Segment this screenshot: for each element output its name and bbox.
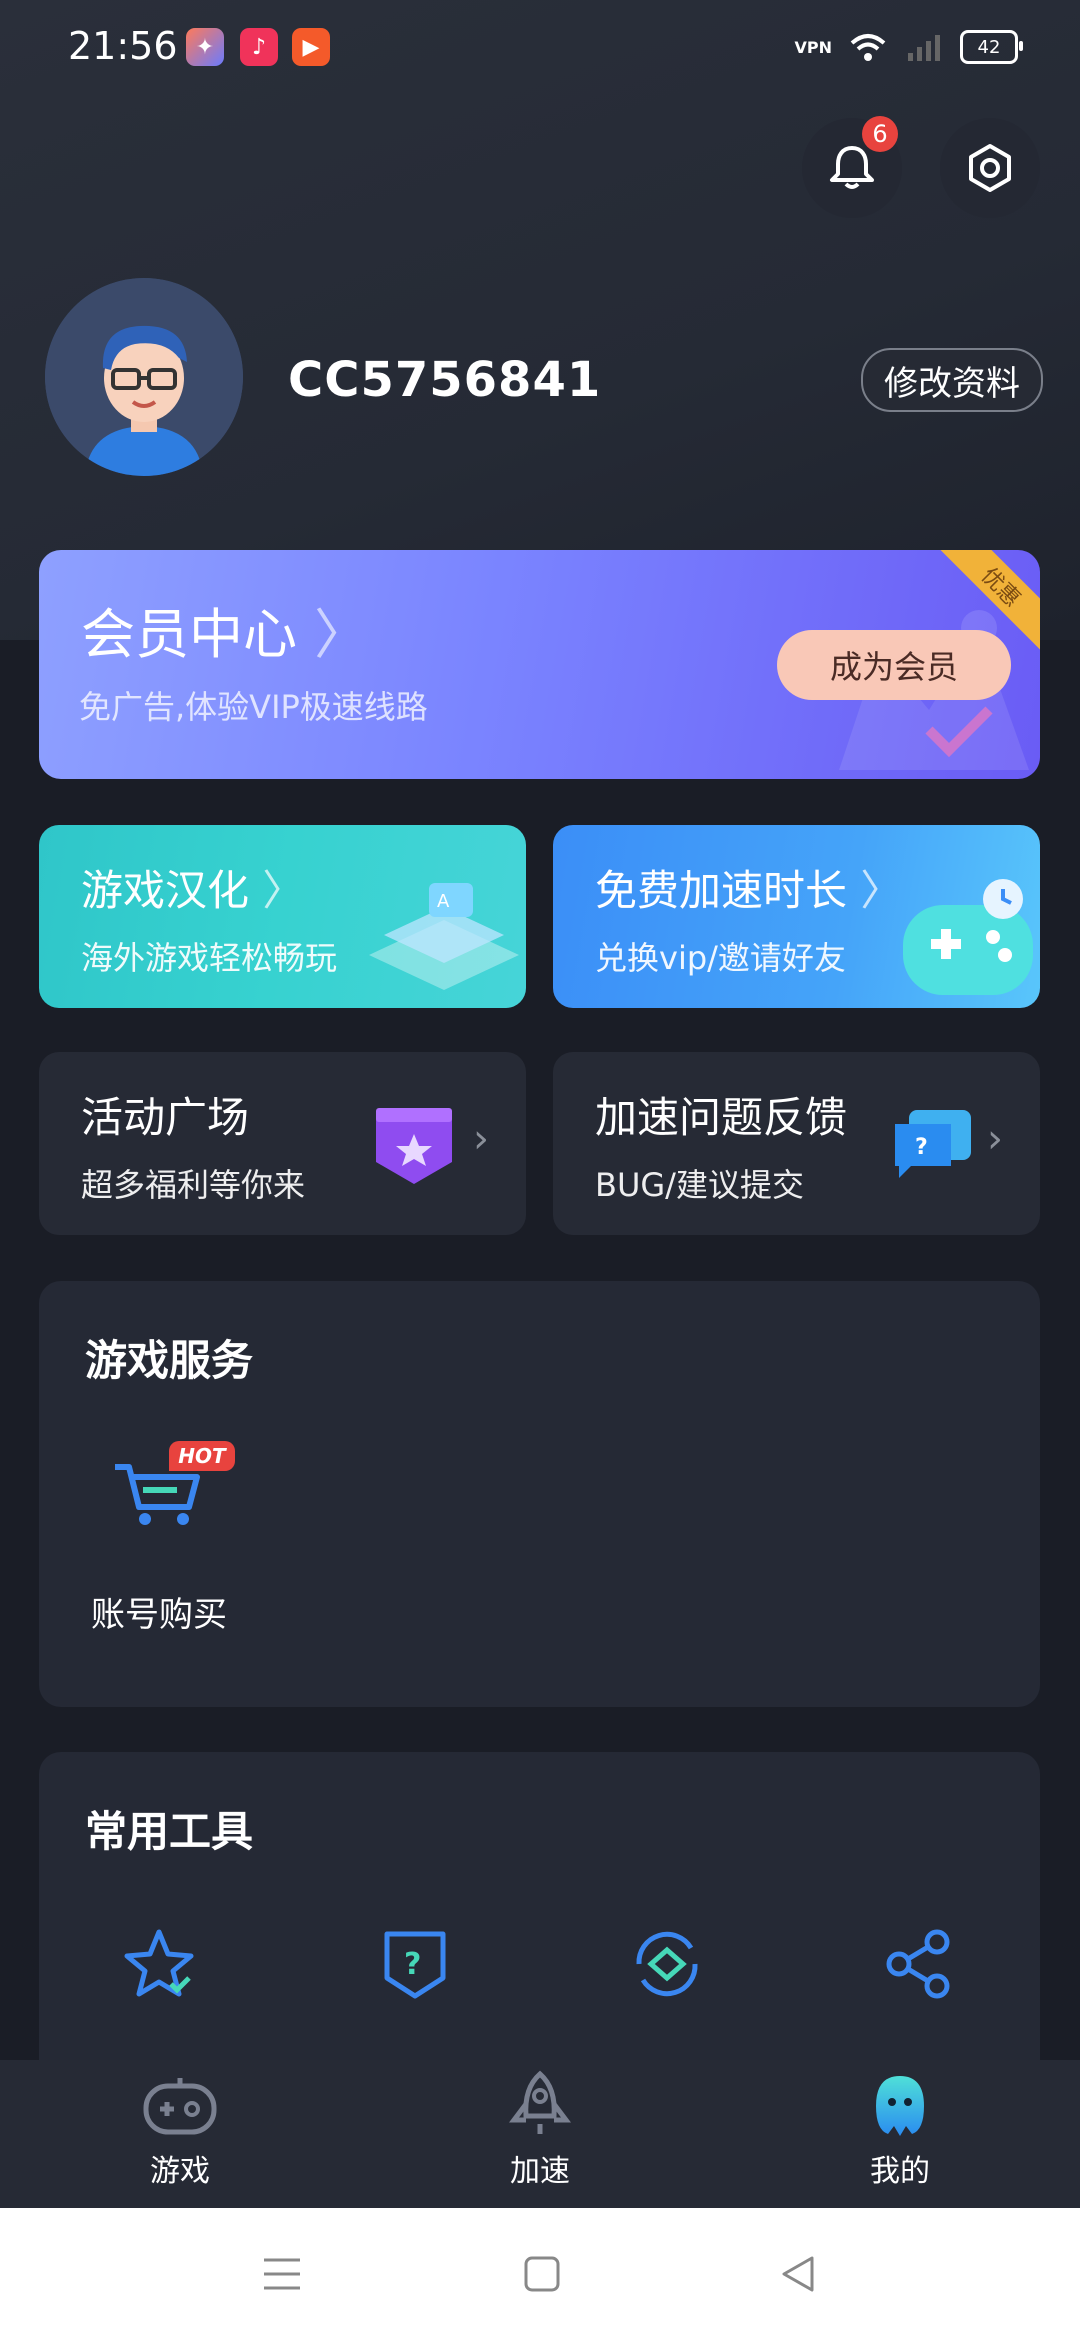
free-speedup-tile[interactable]: 免费加速时长 〉 兑换vip/邀请好友: [553, 825, 1040, 1008]
battery-indicator: 42: [960, 30, 1023, 64]
status-time: 21:56: [68, 24, 178, 68]
nav-label: 加速: [510, 2154, 570, 2189]
edit-profile-button[interactable]: 修改资料: [861, 348, 1043, 412]
notification-badge: 6: [862, 116, 898, 152]
svg-text:?: ?: [404, 1947, 421, 1982]
star-check-icon: [124, 1929, 194, 1997]
chevron-right-icon: ›: [987, 1116, 1003, 1162]
feedback-tile[interactable]: 加速问题反馈 BUG/建议提交 ? ›: [553, 1052, 1040, 1235]
bell-icon: [830, 146, 874, 189]
help-tool[interactable]: ?: [377, 1926, 453, 2002]
settings-button[interactable]: [940, 118, 1040, 218]
menu-icon[interactable]: [262, 2254, 302, 2294]
avatar[interactable]: [45, 278, 243, 476]
nav-mine[interactable]: 我的: [800, 2070, 1000, 2190]
tile-title: 活动广场: [81, 1093, 250, 1142]
account-purchase-item[interactable]: HOT 账号购买: [79, 1441, 259, 1681]
signal-icon: [908, 35, 940, 61]
nav-accelerate[interactable]: 加速: [440, 2070, 640, 2190]
ticket-star-icon: [376, 1108, 452, 1184]
tile-title-text: 免费加速时长: [595, 866, 848, 915]
vpn-icon: VPN: [794, 37, 833, 57]
video-app-icon: ▶: [292, 28, 330, 66]
battery-level: 42: [977, 36, 1001, 58]
hot-badge: HOT: [169, 1441, 235, 1471]
section-title: 游戏服务: [85, 1336, 254, 1385]
chevron-right-icon: 〉: [314, 603, 369, 666]
nav-label: 游戏: [150, 2154, 210, 2189]
wifi-icon: [850, 34, 886, 61]
nav-games[interactable]: 游戏: [80, 2070, 280, 2190]
tile-title-text: 游戏汉化: [81, 866, 250, 915]
tile-subtitle: BUG/建议提交: [595, 1166, 804, 1204]
back-icon[interactable]: [778, 2254, 818, 2294]
ghost-mascot-icon: [876, 2076, 924, 2136]
activity-plaza-tile[interactable]: 活动广场 超多福利等你来 ›: [39, 1052, 526, 1235]
gear-icon: [969, 144, 1011, 192]
question-shield-icon: ?: [384, 1931, 446, 1999]
nav-label: 我的: [870, 2154, 930, 2189]
tile-title: 游戏汉化 〉: [81, 857, 304, 918]
vip-title-text: 会员中心: [81, 603, 297, 666]
account-purchase-label: 账号购买: [91, 1595, 227, 1635]
svg-text:A: A: [437, 891, 450, 912]
rocket-icon: [509, 2070, 571, 2134]
refresh-eye-icon: [636, 1931, 698, 1997]
tile-subtitle: 海外游戏轻松畅玩: [81, 939, 338, 977]
app-notification-icon: ✦: [186, 28, 224, 66]
home-icon[interactable]: [522, 2254, 562, 2294]
chevron-right-icon: ›: [473, 1116, 489, 1162]
tile-title: 加速问题反馈: [595, 1093, 848, 1142]
share-tool[interactable]: [881, 1926, 957, 2002]
common-tools-section: 常用工具 ?: [39, 1752, 1040, 2112]
status-indicators: VPN 42: [794, 30, 1023, 64]
favorites-tool[interactable]: [123, 1926, 199, 2002]
become-member-button[interactable]: 成为会员: [777, 630, 1011, 700]
section-title: 常用工具: [85, 1807, 254, 1856]
svg-text:?: ?: [915, 1135, 928, 1160]
refresh-tool[interactable]: [629, 1926, 705, 2002]
tile-subtitle: 超多福利等你来: [81, 1166, 306, 1204]
system-navigation-bar: [0, 2208, 1080, 2340]
tile-subtitle: 兑换vip/邀请好友: [595, 939, 846, 977]
vip-subtitle: 免广告,体验VIP极速线路: [79, 688, 428, 726]
bottom-navigation: 游戏 加速 我的: [0, 2060, 1080, 2208]
share-icon: [886, 1929, 950, 1999]
game-services-section: 游戏服务 HOT 账号购买: [39, 1281, 1040, 1707]
tile-title: 免费加速时长 〉: [595, 857, 902, 918]
translate-box-icon: A: [369, 883, 519, 990]
chevron-right-icon: 〉: [262, 866, 305, 915]
game-localization-tile[interactable]: 游戏汉化 〉 海外游戏轻松畅玩 A: [39, 825, 526, 1008]
vip-title: 会员中心 〉: [81, 590, 368, 669]
gamepad-clock-icon: [903, 879, 1033, 995]
notification-button[interactable]: 6: [802, 116, 902, 218]
music-app-icon: ♪: [240, 28, 278, 66]
vip-center-card[interactable]: 会员中心 〉 免广告,体验VIP极速线路 成为会员 优惠: [39, 550, 1040, 779]
username: CC5756841: [288, 352, 602, 408]
chat-bubble-icon: ?: [895, 1110, 971, 1178]
gamepad-icon: [143, 2078, 217, 2135]
